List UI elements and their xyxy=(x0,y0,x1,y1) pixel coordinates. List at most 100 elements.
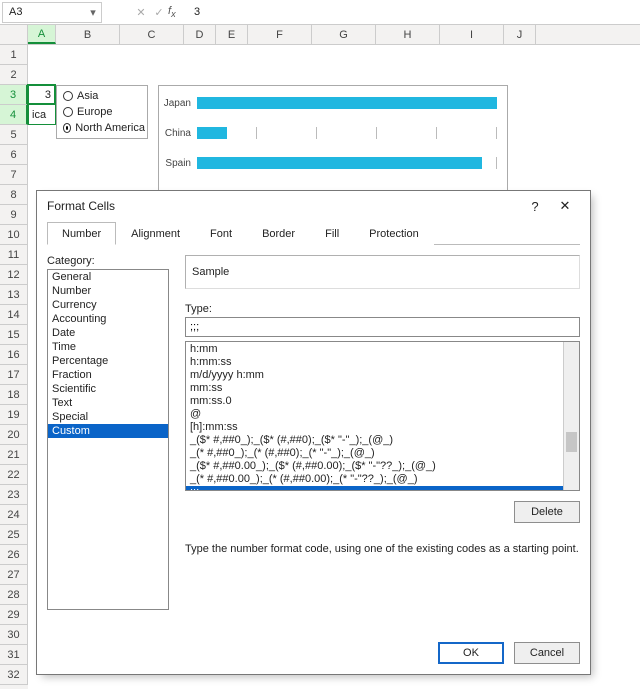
type-list[interactable]: h:mmh:mm:ssm/d/yyyy h:mmmm:ssmm:ss.0@[h]… xyxy=(186,342,563,490)
row-header-15[interactable]: 15 xyxy=(0,325,28,345)
column-header-E[interactable]: E xyxy=(216,25,248,44)
row-header-4[interactable]: 4 xyxy=(0,105,28,125)
row-header-29[interactable]: 29 xyxy=(0,605,28,625)
column-header-I[interactable]: I xyxy=(440,25,504,44)
delete-button[interactable]: Delete xyxy=(514,501,580,523)
type-option[interactable]: [h]:mm:ss xyxy=(186,421,563,434)
delete-button-label: Delete xyxy=(531,506,563,518)
column-header-B[interactable]: B xyxy=(56,25,120,44)
type-list-scrollbar[interactable] xyxy=(563,342,579,490)
row-header-3[interactable]: 3 xyxy=(0,85,28,105)
category-option-special[interactable]: Special xyxy=(48,410,168,424)
type-option[interactable]: h:mm xyxy=(186,343,563,356)
category-option-date[interactable]: Date xyxy=(48,326,168,340)
sample-label: Sample xyxy=(192,266,229,278)
type-label: Type: xyxy=(185,303,580,315)
row-header-19[interactable]: 19 xyxy=(0,405,28,425)
type-option[interactable]: ;;; xyxy=(186,486,563,490)
column-header-F[interactable]: F xyxy=(248,25,312,44)
type-option[interactable]: m/d/yyyy h:mm xyxy=(186,369,563,382)
row-header-28[interactable]: 28 xyxy=(0,585,28,605)
tab-number[interactable]: Number xyxy=(47,222,116,245)
chart-row-china: China xyxy=(159,122,497,144)
row-header-22[interactable]: 22 xyxy=(0,465,28,485)
format-cells-dialog: Format Cells ? ✕ NumberAlignmentFontBord… xyxy=(36,190,591,675)
row-header-10[interactable]: 10 xyxy=(0,225,28,245)
radio-option-north-america[interactable]: North America xyxy=(63,122,145,134)
category-list[interactable]: GeneralNumberCurrencyAccountingDateTimeP… xyxy=(47,269,169,610)
row-header-30[interactable]: 30 xyxy=(0,625,28,645)
name-box[interactable]: A3 ▾ xyxy=(2,2,102,23)
row-header-32[interactable]: 32 xyxy=(0,665,28,685)
category-option-fraction[interactable]: Fraction xyxy=(48,368,168,382)
row-header-8[interactable]: 8 xyxy=(0,185,28,205)
row-header-17[interactable]: 17 xyxy=(0,365,28,385)
type-option[interactable]: _($* #,##0.00_);_($* (#,##0.00);_($* "-"… xyxy=(186,460,563,473)
row-header-26[interactable]: 26 xyxy=(0,545,28,565)
category-option-scientific[interactable]: Scientific xyxy=(48,382,168,396)
row-header-21[interactable]: 21 xyxy=(0,445,28,465)
row-header-7[interactable]: 7 xyxy=(0,165,28,185)
column-header-A[interactable]: A xyxy=(28,25,56,44)
type-input[interactable] xyxy=(185,317,580,337)
close-button[interactable]: ✕ xyxy=(550,198,580,214)
category-option-number[interactable]: Number xyxy=(48,284,168,298)
tab-border[interactable]: Border xyxy=(247,222,310,245)
row-header-23[interactable]: 23 xyxy=(0,485,28,505)
type-option[interactable]: _(* #,##0.00_);_(* (#,##0.00);_(* "-"??_… xyxy=(186,473,563,486)
cell-A4[interactable]: ica xyxy=(28,105,56,125)
radio-option-asia[interactable]: Asia xyxy=(63,90,145,102)
column-header-G[interactable]: G xyxy=(312,25,376,44)
column-header-C[interactable]: C xyxy=(120,25,184,44)
select-all-cell[interactable] xyxy=(0,25,28,44)
row-header-27[interactable]: 27 xyxy=(0,565,28,585)
ok-button[interactable]: OK xyxy=(438,642,504,664)
chart-bar xyxy=(197,127,227,139)
row-header-12[interactable]: 12 xyxy=(0,265,28,285)
category-option-text[interactable]: Text xyxy=(48,396,168,410)
row-header-11[interactable]: 11 xyxy=(0,245,28,265)
help-button[interactable]: ? xyxy=(520,199,550,214)
cancel-button[interactable]: Cancel xyxy=(514,642,580,664)
category-option-general[interactable]: General xyxy=(48,270,168,284)
row-header-14[interactable]: 14 xyxy=(0,305,28,325)
category-option-custom[interactable]: Custom xyxy=(48,424,168,438)
type-option[interactable]: @ xyxy=(186,408,563,421)
row-header-25[interactable]: 25 xyxy=(0,525,28,545)
tab-alignment[interactable]: Alignment xyxy=(116,222,195,245)
row-header-6[interactable]: 6 xyxy=(0,145,28,165)
row-header-31[interactable]: 31 xyxy=(0,645,28,665)
category-option-percentage[interactable]: Percentage xyxy=(48,354,168,368)
type-option[interactable]: _(* #,##0_);_(* (#,##0);_(* "-"_);_(@_) xyxy=(186,447,563,460)
column-header-D[interactable]: D xyxy=(184,25,216,44)
cell-A3[interactable]: 3 xyxy=(27,84,56,105)
row-header-2[interactable]: 2 xyxy=(0,65,28,85)
chart-bar xyxy=(197,157,482,169)
row-header-18[interactable]: 18 xyxy=(0,385,28,405)
type-option[interactable]: h:mm:ss xyxy=(186,356,563,369)
scrollbar-thumb[interactable] xyxy=(566,432,577,452)
type-option[interactable]: mm:ss xyxy=(186,382,563,395)
insert-function-icon[interactable]: fx xyxy=(168,5,188,19)
row-header-13[interactable]: 13 xyxy=(0,285,28,305)
row-header-5[interactable]: 5 xyxy=(0,125,28,145)
category-option-accounting[interactable]: Accounting xyxy=(48,312,168,326)
tab-fill[interactable]: Fill xyxy=(310,222,354,245)
row-header-1[interactable]: 1 xyxy=(0,45,28,65)
radio-option-europe[interactable]: Europe xyxy=(63,106,145,118)
type-option[interactable]: mm:ss.0 xyxy=(186,395,563,408)
name-box-dropdown-icon[interactable]: ▾ xyxy=(85,3,101,22)
tab-protection[interactable]: Protection xyxy=(354,222,434,245)
tab-font[interactable]: Font xyxy=(195,222,247,245)
row-header-9[interactable]: 9 xyxy=(0,205,28,225)
type-option[interactable]: _($* #,##0_);_($* (#,##0);_($* "-"_);_(@… xyxy=(186,434,563,447)
formula-bar[interactable]: 3 xyxy=(188,2,640,23)
category-option-currency[interactable]: Currency xyxy=(48,298,168,312)
column-header-J[interactable]: J xyxy=(504,25,536,44)
row-header-24[interactable]: 24 xyxy=(0,505,28,525)
row-header-20[interactable]: 20 xyxy=(0,425,28,445)
category-option-time[interactable]: Time xyxy=(48,340,168,354)
row-header-16[interactable]: 16 xyxy=(0,345,28,365)
ok-button-label: OK xyxy=(463,647,479,659)
column-header-H[interactable]: H xyxy=(376,25,440,44)
